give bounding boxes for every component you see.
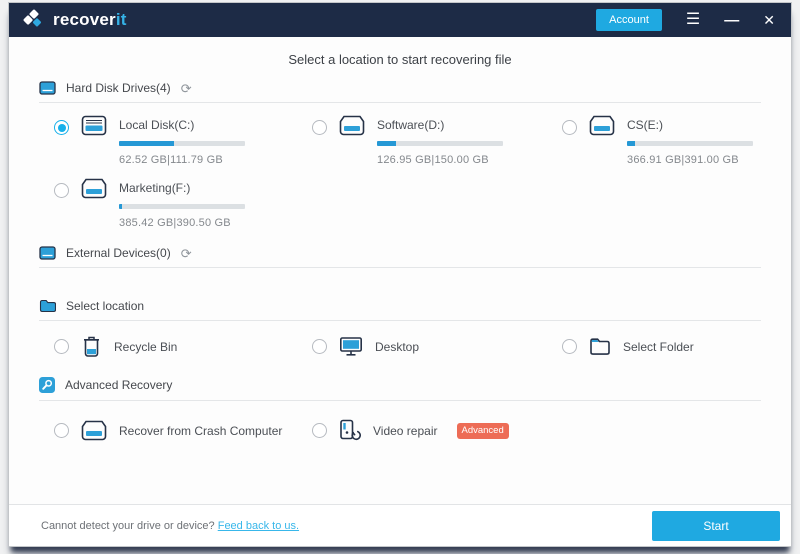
hard-drive-icon — [589, 115, 615, 136]
drive-info: Local Disk(C:) 62.52 GB|111.79 GB — [119, 117, 245, 166]
radio-button[interactable] — [312, 423, 327, 438]
capacity-bar-fill — [119, 141, 175, 146]
capacity-bar — [377, 141, 503, 146]
titlebar: recoverit Account ☰ — ✕ — [9, 3, 791, 37]
location-label: Recycle Bin — [114, 339, 178, 354]
radio-button[interactable] — [562, 120, 577, 135]
radio-button[interactable] — [54, 183, 69, 198]
app-logo: recoverit — [23, 9, 127, 31]
footer-help-text: Cannot detect your drive or device? Feed… — [41, 519, 300, 532]
location-label: Select Folder — [623, 339, 694, 354]
hamburger-menu-icon[interactable]: ☰ — [686, 12, 700, 28]
minimize-icon[interactable]: — — [724, 13, 739, 28]
capacity-bar — [627, 141, 753, 146]
account-button[interactable]: Account — [596, 9, 662, 31]
recycle-bin-icon — [81, 335, 102, 358]
drive-item-f[interactable]: Marketing(F:) 385.42 GB|390.50 GB — [39, 178, 297, 229]
location-item-desktop[interactable]: Desktop — [297, 335, 547, 358]
advanced-badge: Advanced — [456, 422, 509, 439]
drive-name: Marketing(F:) — [119, 181, 191, 195]
folder-icon — [39, 299, 56, 313]
advanced-item-label: Recover from Crash Computer — [119, 423, 283, 438]
feedback-link[interactable]: Feed back to us. — [218, 520, 299, 532]
section-hard-disk-drives: Hard Disk Drives(4) ⟳ — [39, 81, 761, 103]
section-label: Select location — [66, 299, 145, 313]
radio-button[interactable] — [312, 339, 327, 354]
hard-drive-icon — [339, 115, 365, 136]
page-title: Select a location to start recovering fi… — [288, 52, 512, 67]
refresh-icon[interactable]: ⟳ — [181, 247, 192, 260]
hard-drive-icon — [39, 81, 56, 95]
video-repair-icon — [339, 419, 361, 442]
drive-name: Software(D:) — [377, 118, 445, 132]
advanced-grid: Recover from Crash Computer Video repair… — [9, 401, 791, 442]
capacity-bar-fill — [119, 204, 122, 209]
section-advanced-recovery: Advanced Recovery — [39, 377, 761, 401]
radio-button[interactable] — [54, 120, 69, 135]
crash-computer-icon — [81, 420, 107, 441]
capacity-bar-fill — [627, 141, 635, 146]
drive-capacity: 366.91 GB|391.00 GB — [627, 154, 739, 166]
radio-button[interactable] — [312, 120, 327, 135]
section-label: External Devices(0) — [66, 246, 171, 260]
select-folder-icon — [589, 337, 611, 356]
advanced-recovery-icon — [39, 377, 55, 393]
drive-info: Software(D:) 126.95 GB|150.00 GB — [377, 117, 503, 166]
advanced-item-video-repair[interactable]: Video repair Advanced — [297, 419, 547, 442]
drive-grid: Local Disk(C:) 62.52 GB|111.79 GB Softwa… — [9, 103, 791, 229]
section-select-location: Select location — [39, 299, 761, 321]
drive-info: CS(E:) 366.91 GB|391.00 GB — [627, 117, 753, 166]
section-external-devices: External Devices(0) ⟳ — [39, 246, 761, 268]
drive-name: CS(E:) — [627, 118, 663, 132]
advanced-item-label: Video repair — [373, 423, 438, 438]
hard-drive-icon — [81, 115, 107, 136]
desktop-icon — [339, 336, 363, 357]
section-label: Hard Disk Drives(4) — [66, 81, 171, 95]
drive-info: Marketing(F:) 385.42 GB|390.50 GB — [119, 180, 245, 229]
radio-button[interactable] — [54, 423, 69, 438]
recoverit-logo-icon — [23, 9, 45, 31]
location-grid: Recycle Bin Desktop Select Folder — [9, 321, 791, 358]
section-label: Advanced Recovery — [65, 378, 173, 392]
drive-capacity: 385.42 GB|390.50 GB — [119, 217, 231, 229]
drive-name: Local Disk(C:) — [119, 118, 195, 132]
location-item-select-folder[interactable]: Select Folder — [547, 335, 761, 358]
location-item-recycle-bin[interactable]: Recycle Bin — [39, 335, 297, 358]
drive-capacity: 62.52 GB|111.79 GB — [119, 154, 223, 166]
drive-item-e[interactable]: CS(E:) 366.91 GB|391.00 GB — [547, 115, 761, 166]
close-icon[interactable]: ✕ — [763, 13, 775, 27]
capacity-bar-fill — [377, 141, 396, 146]
drive-capacity: 126.95 GB|150.00 GB — [377, 154, 489, 166]
capacity-bar — [119, 141, 245, 146]
radio-button[interactable] — [54, 339, 69, 354]
drive-item-c[interactable]: Local Disk(C:) 62.52 GB|111.79 GB — [39, 115, 297, 166]
advanced-item-crash-computer[interactable]: Recover from Crash Computer — [39, 419, 297, 442]
hard-drive-icon — [81, 178, 107, 199]
external-drive-icon — [39, 246, 56, 260]
capacity-bar — [119, 204, 245, 209]
footer: Cannot detect your drive or device? Feed… — [9, 504, 791, 546]
app-window: recoverit Account ☰ — ✕ Select a locatio… — [8, 2, 792, 547]
brand-name: recoverit — [53, 10, 127, 29]
refresh-icon[interactable]: ⟳ — [181, 82, 192, 95]
radio-button[interactable] — [562, 339, 577, 354]
start-button[interactable]: Start — [652, 510, 780, 541]
drive-item-d[interactable]: Software(D:) 126.95 GB|150.00 GB — [297, 115, 547, 166]
location-label: Desktop — [375, 339, 420, 354]
